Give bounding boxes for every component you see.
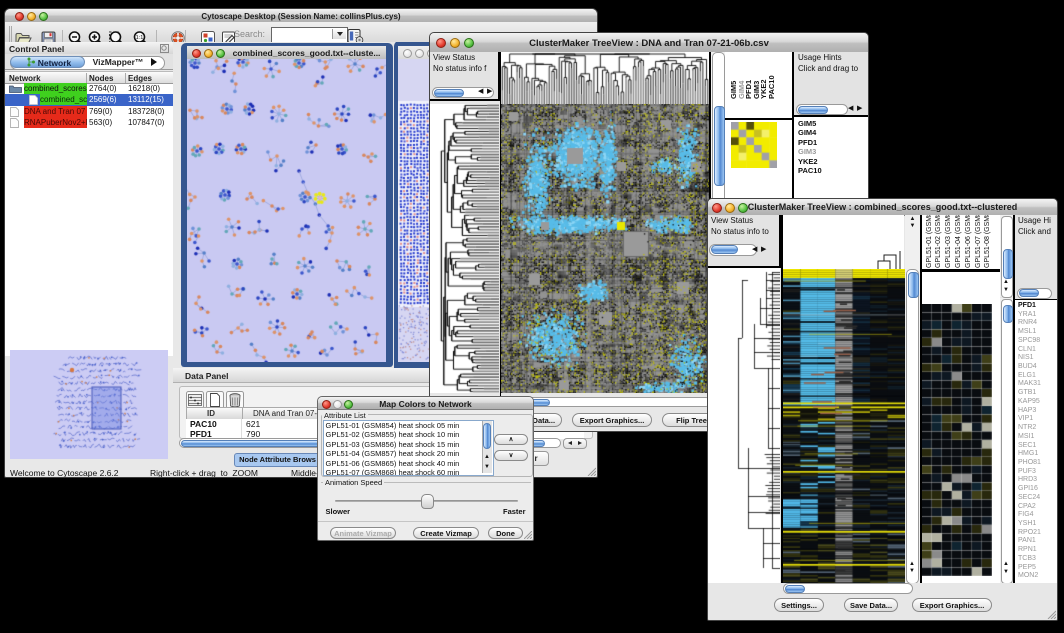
svg-text:1:1: 1:1 [136, 35, 144, 41]
